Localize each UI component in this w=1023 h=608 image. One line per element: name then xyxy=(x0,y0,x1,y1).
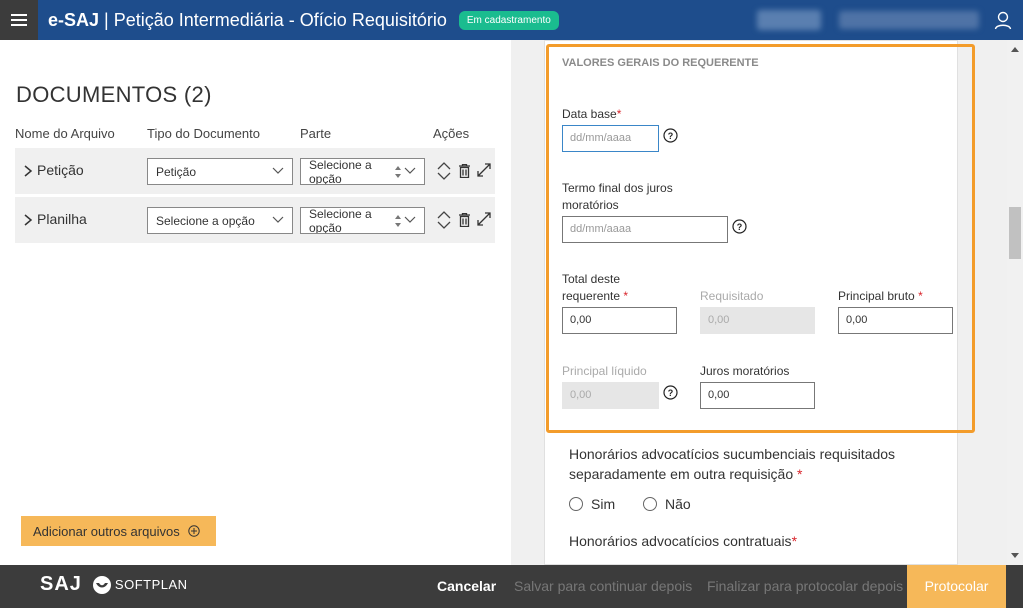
requisitado-input: 0,00 xyxy=(700,307,815,334)
cancel-button[interactable]: Cancelar xyxy=(437,565,496,608)
data-base-label: Data base* xyxy=(562,107,622,121)
column-header-parte: Parte xyxy=(300,126,332,141)
menu-button[interactable] xyxy=(0,0,38,40)
redacted-user-code xyxy=(757,10,821,30)
redacted-user-name xyxy=(839,11,979,29)
trash-icon[interactable] xyxy=(459,213,470,227)
chevron-down-icon xyxy=(404,216,416,223)
total-label: Total deste requerente * xyxy=(562,272,629,303)
svg-text:?: ? xyxy=(737,222,743,232)
svg-text:?: ? xyxy=(668,388,674,398)
document-type-select[interactable]: Petição xyxy=(147,158,293,185)
documents-panel: DOCUMENTOS (2) Nome do Arquivo Tipo do D… xyxy=(0,40,511,565)
radio-sim[interactable]: Sim xyxy=(569,496,615,512)
footer-logo: SAJ SOFTPLAN xyxy=(40,573,188,596)
chevron-down-icon xyxy=(272,216,284,223)
help-icon[interactable]: ? xyxy=(663,128,678,143)
document-row: Petição Petição Selecione a opção xyxy=(15,148,495,194)
parte-select[interactable]: Selecione a opção xyxy=(300,158,425,185)
spinner-icon xyxy=(395,166,401,178)
hamburger-icon xyxy=(11,14,27,26)
radio-circle xyxy=(643,497,657,511)
saj-logo: SAJ xyxy=(40,573,82,595)
chevron-down-icon xyxy=(404,167,416,174)
radio-nao[interactable]: Não xyxy=(643,496,691,512)
document-type-select[interactable]: Selecione a opção xyxy=(147,207,293,234)
select-value: Selecione a opção xyxy=(156,214,255,228)
scroll-down-icon[interactable] xyxy=(1011,553,1019,559)
document-row: Planilha Selecione a opção Selecione a o… xyxy=(15,197,495,243)
column-header-type: Tipo do Documento xyxy=(147,126,260,141)
trash-icon[interactable] xyxy=(459,164,470,178)
expand-icon[interactable] xyxy=(477,212,491,226)
select-value-line1: Selecione a xyxy=(309,158,372,172)
softplan-logo-text: SOFTPLAN xyxy=(114,577,188,592)
data-base-input[interactable]: dd/mm/aaaa xyxy=(562,125,659,152)
juros-input[interactable]: 0,00 xyxy=(700,382,815,409)
add-files-label: Adicionar outros arquivos xyxy=(33,523,180,539)
document-name: Petição xyxy=(37,162,84,178)
honorarios-sucumbenciais-label: Honorários advocatícios sucumbenciais re… xyxy=(569,446,896,482)
brand-name[interactable]: e-SAJ xyxy=(48,10,99,31)
title-separator: | xyxy=(104,9,109,30)
page-scrollbar[interactable] xyxy=(1007,40,1023,565)
user-area xyxy=(757,10,1013,30)
finish-later-button[interactable]: Finalizar para protocolar depois xyxy=(707,565,903,608)
svg-text:?: ? xyxy=(668,131,674,141)
expand-icon[interactable] xyxy=(477,163,491,177)
add-files-button[interactable]: Adicionar outros arquivos xyxy=(21,516,216,546)
section-title: VALORES GERAIS DO REQUERENTE xyxy=(562,57,759,69)
chevron-right-icon[interactable] xyxy=(23,164,33,178)
spinner-icon xyxy=(395,215,401,227)
help-icon[interactable]: ? xyxy=(663,385,678,400)
status-badge: Em cadastramento xyxy=(458,10,559,30)
softplan-logo-icon xyxy=(92,575,111,594)
termo-final-input[interactable]: dd/mm/aaaa xyxy=(562,216,728,243)
protocolar-button[interactable]: Protocolar xyxy=(907,565,1006,608)
plus-circle-icon xyxy=(188,525,200,537)
reorder-icon[interactable] xyxy=(436,211,452,229)
title-bar: e-SAJ | Petição Intermediária - Ofício R… xyxy=(38,0,1023,40)
page-title: Petição Intermediária - Ofício Requisitó… xyxy=(113,9,447,30)
save-later-button[interactable]: Salvar para continuar depois xyxy=(514,565,692,608)
help-icon[interactable]: ? xyxy=(732,219,747,234)
total-input[interactable]: 0,00 xyxy=(562,307,677,334)
select-value: Petição xyxy=(156,165,197,179)
scroll-up-icon[interactable] xyxy=(1011,46,1019,52)
select-value-line1: Selecione a xyxy=(309,207,372,221)
user-icon[interactable] xyxy=(993,10,1013,30)
reorder-icon[interactable] xyxy=(436,162,452,180)
principal-liquido-input: 0,00 xyxy=(562,382,659,409)
chevron-right-icon[interactable] xyxy=(23,213,33,227)
principal-liquido-label: Principal líquido xyxy=(562,364,647,378)
honorarios-contratuais-label: Honorários advocatícios contratuais* xyxy=(569,533,798,549)
requisitado-label: Requisitado xyxy=(700,289,764,303)
scrollbar-thumb[interactable] xyxy=(1009,207,1021,259)
select-value-line2: opção xyxy=(309,221,342,234)
chevron-down-icon xyxy=(272,167,284,174)
termo-final-label: Termo final dos juros moratórios xyxy=(562,181,673,212)
parte-select[interactable]: Selecione a opção xyxy=(300,207,425,234)
footer-bar: SAJ SOFTPLAN Cancelar Salvar para contin… xyxy=(0,565,1023,608)
column-header-name: Nome do Arquivo xyxy=(15,126,115,141)
app-header: e-SAJ | Petição Intermediária - Ofício R… xyxy=(0,0,1023,40)
principal-bruto-label: Principal bruto * xyxy=(838,289,923,303)
document-name: Planilha xyxy=(37,211,87,227)
principal-bruto-input[interactable]: 0,00 xyxy=(838,307,953,334)
column-header-actions: Ações xyxy=(433,126,470,141)
radio-circle xyxy=(569,497,583,511)
select-value-line2: opção xyxy=(309,172,342,185)
juros-label: Juros moratórios xyxy=(700,364,790,378)
documents-title: DOCUMENTOS (2) xyxy=(16,82,212,107)
